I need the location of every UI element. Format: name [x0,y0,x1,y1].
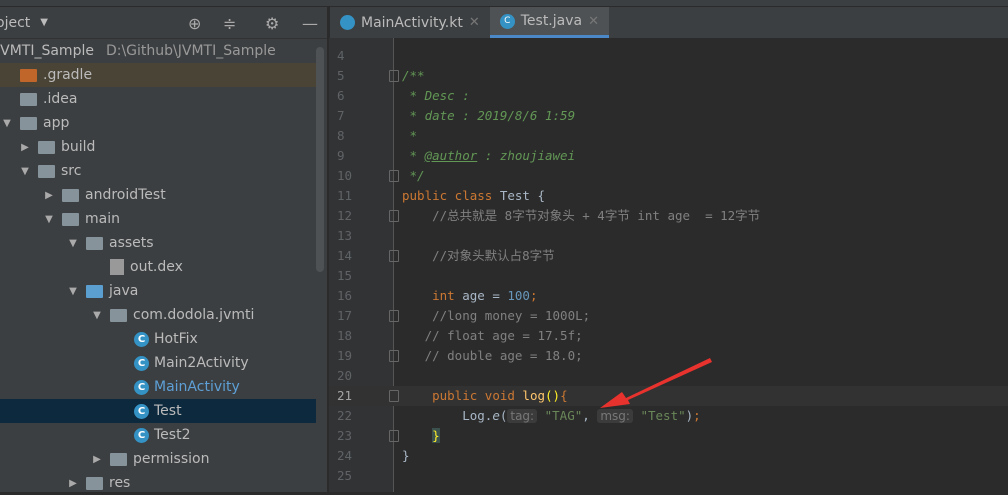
annotation-arrow [600,358,712,408]
